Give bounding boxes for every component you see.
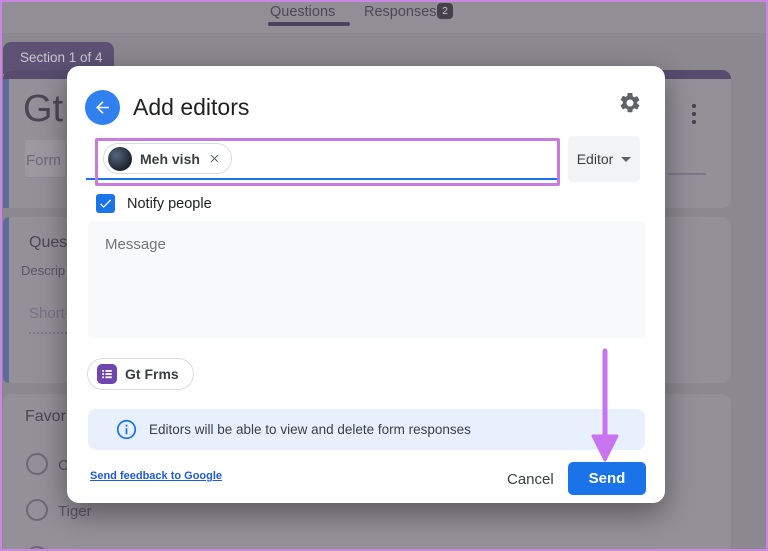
avatar bbox=[108, 146, 132, 171]
role-value: Editor bbox=[576, 151, 614, 167]
form-title-text: Gt bbox=[23, 88, 64, 130]
info-banner-text: Editors will be able to view and delete … bbox=[149, 422, 471, 437]
send-feedback-link[interactable]: Send feedback to Google bbox=[90, 470, 222, 482]
selected-card-indicator bbox=[3, 79, 9, 208]
arrow-left-icon bbox=[96, 101, 109, 114]
recipient-chip[interactable]: Meh vish bbox=[103, 143, 232, 174]
question-title-text: Ques bbox=[29, 234, 68, 251]
forms-icon bbox=[97, 364, 117, 384]
screenshot-root: Questions Responses 2 Section 1 of 4 Gt … bbox=[0, 0, 768, 551]
dialog-title: Add editors bbox=[133, 94, 250, 120]
back-button[interactable] bbox=[85, 90, 120, 125]
settings-button[interactable] bbox=[618, 91, 642, 115]
recipient-name: Meh vish bbox=[140, 150, 200, 167]
info-icon bbox=[116, 419, 137, 440]
info-banner: Editors will be able to view and delete … bbox=[88, 409, 645, 450]
remove-chip-icon[interactable] bbox=[208, 152, 221, 165]
gear-icon bbox=[620, 92, 640, 113]
notify-people-label: Notify people bbox=[127, 196, 212, 212]
overflow-menu-icon[interactable] bbox=[692, 104, 696, 124]
send-button[interactable]: Send bbox=[568, 462, 646, 495]
notify-people-checkbox[interactable] bbox=[96, 194, 115, 213]
tab-questions[interactable]: Questions bbox=[270, 4, 335, 20]
sender-chip[interactable]: Gt Frms bbox=[87, 358, 194, 390]
checkmark-icon bbox=[100, 199, 112, 208]
favorites-question-text: Favor bbox=[25, 408, 66, 425]
sender-name: Gt Frms bbox=[125, 366, 179, 382]
tab-responses[interactable]: Responses bbox=[364, 4, 437, 20]
field-underline bbox=[668, 173, 706, 175]
answer-dotted-line bbox=[29, 320, 67, 334]
question-selected-indicator bbox=[3, 217, 9, 383]
message-input[interactable] bbox=[88, 221, 646, 338]
question-description-text: Descrip bbox=[21, 263, 66, 278]
radio-option-2-label: Tiger bbox=[58, 503, 92, 520]
active-tab-indicator bbox=[268, 22, 350, 26]
form-description-text: Form bbox=[26, 152, 61, 169]
add-editors-dialog: Add editors Meh vish Editor Notify peopl… bbox=[67, 66, 665, 503]
role-dropdown[interactable]: Editor bbox=[568, 136, 640, 182]
chevron-down-icon bbox=[621, 156, 632, 162]
responses-count-badge: 2 bbox=[437, 3, 453, 19]
radio-option-2[interactable] bbox=[26, 499, 48, 521]
radio-option-1[interactable] bbox=[26, 453, 48, 475]
cancel-button[interactable]: Cancel bbox=[499, 464, 562, 494]
